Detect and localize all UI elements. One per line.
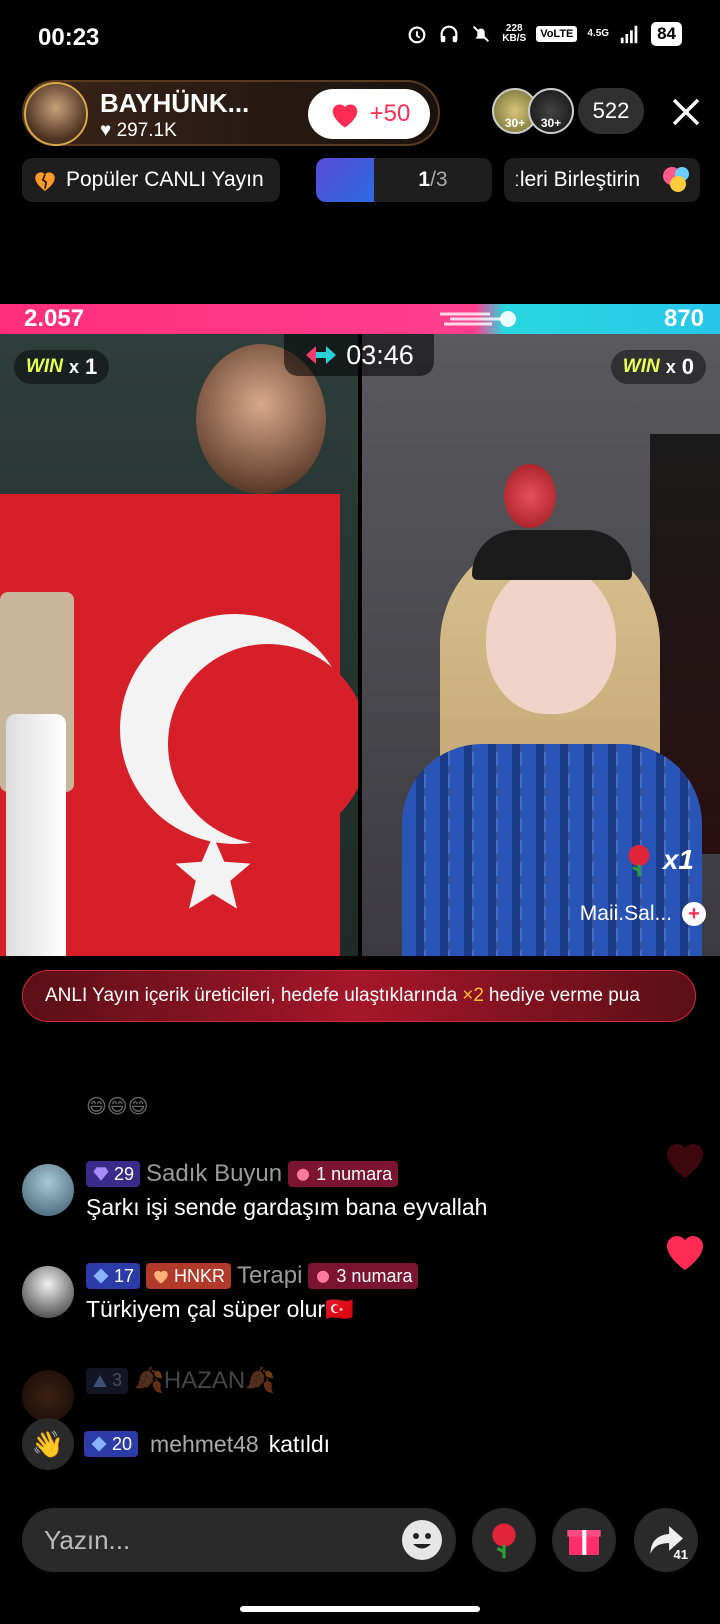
diamond-icon: [91, 1436, 107, 1452]
headband: [472, 530, 632, 580]
joined-username[interactable]: mehmet48: [150, 1431, 259, 1458]
level-badge: 20: [84, 1431, 139, 1457]
comment-meta: 29 Sadık Buyun 1 numara: [86, 1160, 399, 1188]
commenter-name[interactable]: 🍂HAZAN🍂: [134, 1366, 275, 1395]
follow-opponent-button[interactable]: +: [682, 902, 706, 926]
battle-icon: [306, 346, 337, 364]
event-pager-chip[interactable]: 1/3: [316, 158, 492, 202]
close-icon[interactable]: [670, 96, 702, 128]
live-event-banner[interactable]: ANLI Yayın içerik üreticileri, hedefe ul…: [22, 970, 696, 1022]
medal-icon: [317, 1270, 330, 1283]
top-viewers[interactable]: 30+ 30+ 522: [492, 88, 644, 134]
merge-chip[interactable]: ːleri Birleştirin: [504, 158, 700, 202]
left-win-count: WIN x 1: [14, 350, 110, 384]
comment-text: Türkiyem çal süper olur🇹🇷: [86, 1296, 354, 1322]
medal-icon: [297, 1168, 310, 1181]
triangle-icon: [93, 1374, 107, 1387]
host-video-panel[interactable]: WIN x 1: [0, 334, 358, 956]
faded-emoji-comment: 😄😄😄: [86, 1096, 149, 1118]
commenter-avatar[interactable]: [22, 1164, 74, 1216]
opponent-video-panel[interactable]: WIN x 0 x1 Maii.Sal... +: [362, 334, 720, 956]
host-card[interactable]: BAYHÜNK... ♥ 297.1K +50: [22, 80, 440, 146]
event-thumbnail: [316, 158, 374, 202]
emoji-icon[interactable]: [402, 1520, 442, 1560]
comment-placeholder: Yazın...: [44, 1524, 131, 1555]
volte-badge: VoLTE: [536, 26, 578, 42]
popular-live-chip[interactable]: Popüler CANLI Yayın: [22, 158, 280, 202]
level-badge: 29: [86, 1161, 141, 1187]
opponent-tag[interactable]: Maii.Sal... +: [580, 902, 706, 926]
right-score: 870: [663, 305, 704, 332]
left-score: 2.057: [24, 305, 85, 332]
join-notification: 👋 20 mehmet48 katıldı: [22, 1418, 330, 1470]
viewer-count[interactable]: 522: [578, 88, 644, 134]
comment-text: Şarkı işi sende gardaşım bana eyvallah: [86, 1194, 488, 1220]
clock: 00:23: [38, 24, 100, 51]
host-name: BAYHÜNK...: [100, 88, 250, 118]
commenter-avatar[interactable]: [22, 1370, 74, 1422]
plus-points: +50: [369, 100, 411, 127]
heart-shield-icon: [154, 1270, 168, 1284]
heart-icon: [332, 104, 357, 128]
rose-icon: [628, 845, 650, 877]
gift-icon: [567, 1530, 601, 1555]
balloon-gift-icon: [663, 167, 689, 192]
rose-gift-button[interactable]: [472, 1508, 536, 1572]
battery-level: 84: [651, 22, 682, 46]
merge-label: ːleri Birleştirin: [514, 168, 641, 191]
commenter-avatar[interactable]: [22, 1266, 74, 1318]
status-bar: 00:23 228 KB/S VoLTE 4.5G 84: [0, 0, 720, 70]
commenter-name[interactable]: Sadık Buyun: [146, 1160, 282, 1188]
score-divider-effect: [440, 311, 516, 327]
broken-heart-icon: [35, 172, 55, 191]
rank-badge: 1 numara: [288, 1161, 399, 1187]
home-indicator[interactable]: [240, 1606, 480, 1612]
wave-icon[interactable]: 👋: [22, 1418, 74, 1470]
popular-live-label: Popüler CANLI Yayın: [66, 168, 264, 191]
opponent-name: Maii.Sal...: [579, 902, 672, 925]
host-avatar[interactable]: [24, 82, 88, 146]
level-badge: 3: [86, 1367, 129, 1394]
share-count: 41: [673, 1547, 688, 1562]
team-badge: HNKR: [146, 1263, 232, 1289]
viewer-avatar[interactable]: 30+: [528, 88, 574, 134]
floating-heart-icon: [667, 1144, 703, 1178]
gift-button[interactable]: [552, 1508, 616, 1572]
status-icons: 228 KB/S VoLTE 4.5G 84: [406, 22, 682, 46]
diamond-icon: [93, 1268, 109, 1284]
network-type: 4.5G: [587, 28, 610, 39]
headphones-icon: [440, 25, 458, 43]
event-page-indicator: 1/3: [418, 168, 448, 191]
battle-score-bar: 2.057 870: [0, 304, 720, 334]
alarm-icon: [408, 26, 426, 44]
floating-heart-icon: [667, 1236, 703, 1270]
signal-icon: [620, 25, 638, 44]
share-button[interactable]: 41: [634, 1508, 698, 1572]
battle-timer: 03:46: [284, 334, 434, 376]
filter-cup: [504, 464, 556, 528]
mute-bell-icon: [473, 25, 490, 43]
diamond-icon: [93, 1167, 109, 1181]
opponent-face: [486, 564, 616, 714]
star-icon: [175, 835, 251, 909]
comment-meta: 17 HNKR Terapi 3 numara: [86, 1262, 419, 1290]
comment-meta: 3 🍂HAZAN🍂: [86, 1366, 275, 1395]
phone-stand: [6, 714, 66, 956]
host-likes: ♥ 297.1K: [100, 120, 177, 141]
received-gift: x1: [621, 842, 694, 878]
rose-icon: [492, 1523, 516, 1559]
network-speed: 228 KB/S: [502, 23, 527, 44]
right-win-count: WIN x 0: [610, 350, 706, 384]
level-badge: 17: [86, 1263, 141, 1289]
commenter-name[interactable]: Terapi: [237, 1262, 302, 1290]
comment-input[interactable]: Yazın...: [22, 1508, 456, 1572]
rank-badge: 3 numara: [308, 1263, 419, 1289]
joined-action: katıldı: [268, 1430, 331, 1457]
follow-plus-button[interactable]: +50: [308, 89, 430, 139]
